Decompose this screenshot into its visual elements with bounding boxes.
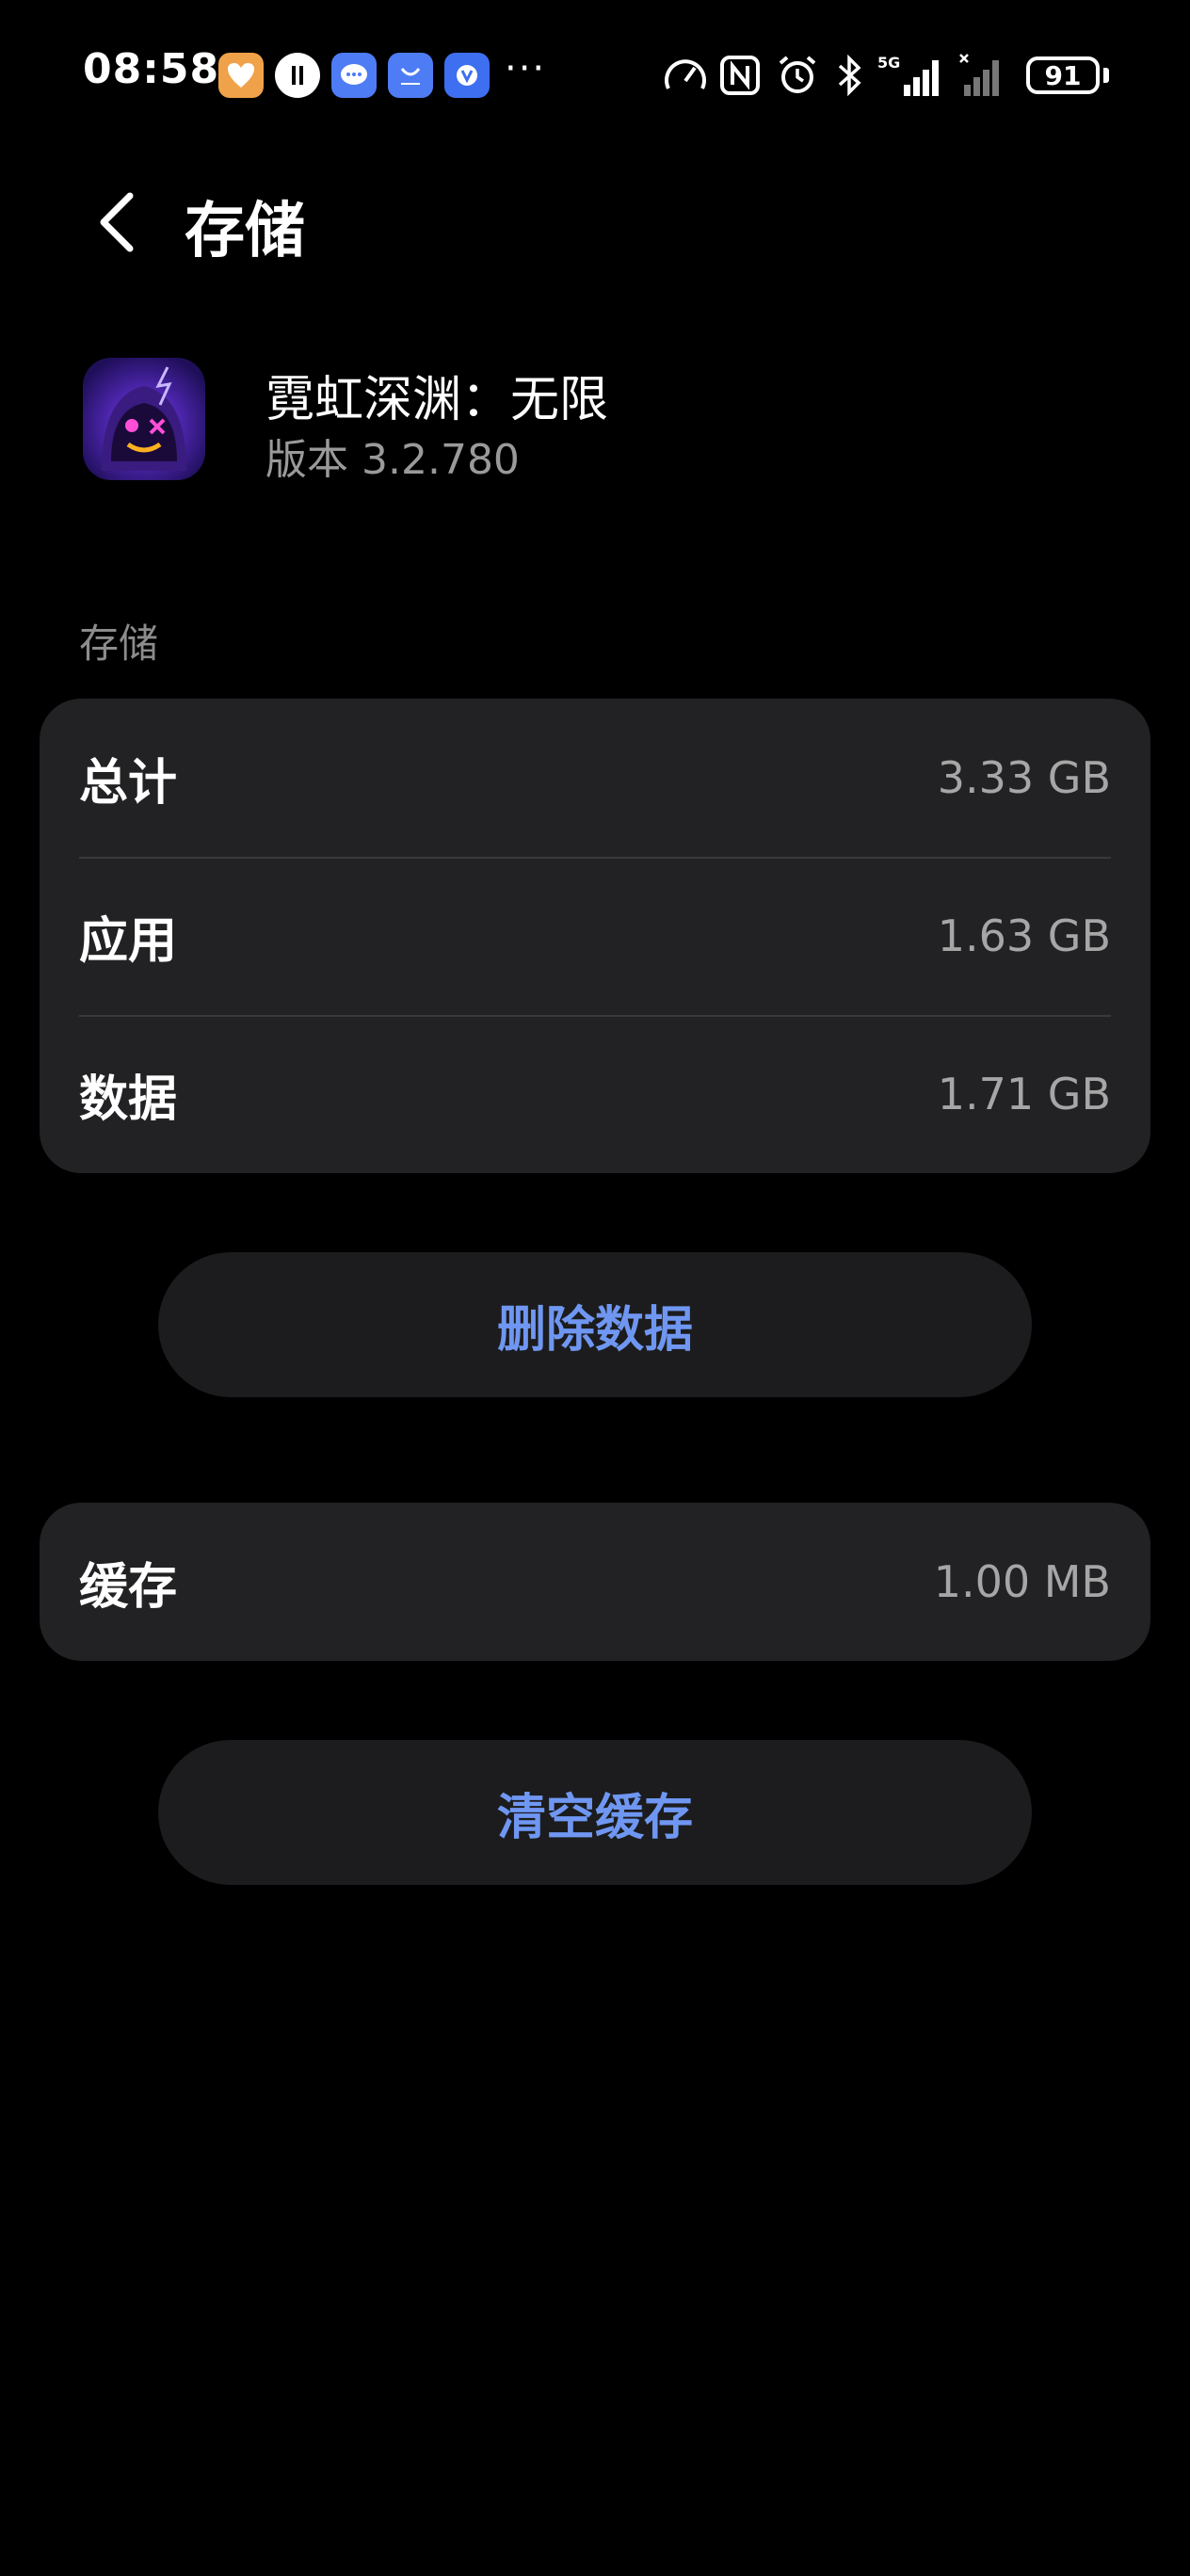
more-notifications-icon: ··· xyxy=(505,47,547,90)
back-button[interactable] xyxy=(90,188,147,256)
section-label-storage: 存储 xyxy=(79,620,159,667)
status-time: 08:58 xyxy=(83,45,220,93)
row-label: 数据 xyxy=(79,1071,178,1128)
bluetooth-icon xyxy=(832,53,866,98)
speed-indicator-icon xyxy=(661,53,710,98)
row-value: 1.63 GB xyxy=(937,910,1111,961)
health-app-icon xyxy=(218,53,264,98)
row-value: 1.00 MB xyxy=(933,1556,1111,1607)
message-app-icon xyxy=(331,53,377,98)
alarm-icon xyxy=(774,53,821,98)
battery-tip xyxy=(1103,68,1109,83)
battery-level: 91 xyxy=(1044,59,1082,91)
cache-card: 缓存 1.00 MB xyxy=(40,1503,1150,1661)
storage-row-data: 数据 1.71 GB xyxy=(40,1015,1150,1173)
row-label: 缓存 xyxy=(79,1558,178,1616)
nfc-icon xyxy=(717,53,763,98)
svg-text:5G: 5G xyxy=(877,54,900,72)
page-title: 存储 xyxy=(185,197,305,266)
signal-5g-icon: 5G xyxy=(876,53,951,98)
clear-cache-button[interactable]: 清空缓存 xyxy=(158,1740,1032,1885)
storage-row-app: 应用 1.63 GB xyxy=(40,857,1150,1015)
delete-data-button[interactable]: 删除数据 xyxy=(158,1252,1032,1397)
storage-card: 总计 3.33 GB 应用 1.63 GB 数据 1.71 GB xyxy=(40,699,1150,1173)
signal-sim2-icon xyxy=(957,53,1013,98)
battery-icon: 91 xyxy=(1026,56,1100,94)
app-name: 霓虹深渊：无限 xyxy=(265,372,609,428)
app-store-icon xyxy=(388,53,433,98)
app-icon xyxy=(83,358,205,480)
row-label: 总计 xyxy=(79,754,178,812)
sync-app-icon xyxy=(275,53,320,98)
row-value: 1.71 GB xyxy=(937,1069,1111,1119)
browser-app-icon xyxy=(444,53,490,98)
row-label: 应用 xyxy=(79,912,178,970)
app-version: 版本 3.2.780 xyxy=(265,436,520,484)
cache-row: 缓存 1.00 MB xyxy=(40,1503,1150,1661)
chevron-left-icon xyxy=(100,192,134,252)
status-bar: 08:58 ··· 5G 91 xyxy=(0,0,1190,151)
row-value: 3.33 GB xyxy=(937,752,1111,803)
storage-row-total: 总计 3.33 GB xyxy=(40,699,1150,857)
